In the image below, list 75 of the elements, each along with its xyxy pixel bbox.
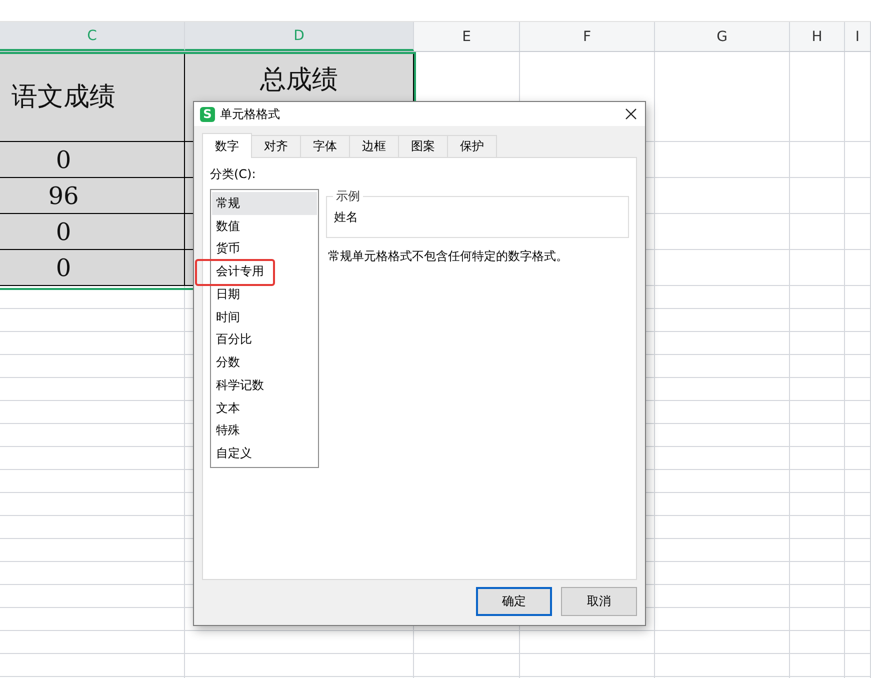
category-item[interactable]: 特殊 — [212, 420, 317, 442]
category-item[interactable]: 数值 — [212, 214, 317, 238]
category-label: 分类(C): — [210, 166, 257, 183]
category-item[interactable]: 科学记数 — [212, 374, 317, 397]
table-cell — [790, 214, 845, 250]
column-header[interactable]: H — [790, 22, 845, 51]
sample-value: 姓名 — [334, 208, 358, 226]
table-cell — [790, 142, 845, 178]
ok-button[interactable]: 确定 — [476, 587, 552, 616]
app-logo: S — [200, 106, 215, 122]
tab[interactable]: 数字 — [202, 133, 252, 158]
cancel-button[interactable]: 取消 — [561, 587, 637, 616]
column-header[interactable]: F — [520, 22, 655, 51]
table-cell — [790, 309, 845, 332]
table-cell — [845, 631, 871, 654]
table-cell — [790, 378, 845, 401]
table-cell — [790, 355, 845, 378]
table-cell — [790, 250, 845, 286]
table-cell — [845, 178, 871, 214]
table-cell: 0 — [0, 214, 185, 250]
table-cell — [845, 470, 871, 493]
table-cell — [790, 470, 845, 493]
table-cell — [790, 608, 845, 631]
table-cell — [790, 332, 845, 355]
table-cell: 0 — [0, 250, 185, 286]
category-item[interactable]: 分数 — [212, 351, 317, 374]
table-cell — [845, 539, 871, 562]
table-cell: 0 — [0, 142, 185, 178]
table-cell — [845, 250, 871, 286]
category-item[interactable]: 会计专用 — [212, 260, 317, 283]
table-cell — [845, 608, 871, 631]
table-cell — [790, 631, 845, 654]
table-cell: 语文成绩 — [0, 52, 185, 142]
table-cell — [845, 562, 871, 585]
table-cell — [845, 424, 871, 447]
table-cell — [845, 214, 871, 250]
table-cell — [790, 516, 845, 539]
table-cell: 96 — [0, 178, 185, 214]
table-cell — [790, 286, 845, 309]
category-item[interactable]: 自定义 — [212, 442, 317, 465]
sample-legend: 示例 — [333, 188, 363, 205]
column-header[interactable]: I — [845, 22, 871, 51]
category-item[interactable]: 百分比 — [212, 328, 317, 352]
table-cell — [845, 355, 871, 378]
table-cell — [845, 516, 871, 539]
format-description: 常规单元格格式不包含任何特定的数字格式。 — [327, 248, 569, 265]
table-cell — [845, 286, 871, 309]
category-item[interactable]: 时间 — [212, 306, 317, 328]
table-cell — [790, 424, 845, 447]
column-header[interactable]: G — [655, 22, 790, 51]
table-cell — [845, 142, 871, 178]
table-cell — [845, 447, 871, 470]
column-header[interactable]: E — [414, 22, 520, 51]
category-item[interactable]: 文本 — [212, 396, 317, 420]
close-button[interactable] — [623, 106, 639, 122]
table-cell — [790, 493, 845, 516]
table-cell — [790, 447, 845, 470]
table-cell — [790, 654, 845, 677]
table-cell — [790, 539, 845, 562]
table-cell — [790, 585, 845, 608]
table-cell — [845, 378, 871, 401]
table-cell — [845, 585, 871, 608]
table-cell — [790, 562, 845, 585]
tab[interactable]: 保护 — [447, 135, 497, 157]
category-item[interactable]: 常规 — [212, 192, 317, 215]
table-cell — [845, 332, 871, 355]
table-cell — [845, 309, 871, 332]
table-cell — [845, 493, 871, 516]
table-cell — [790, 401, 845, 424]
dialog-title: 单元格格式 — [220, 106, 281, 122]
table-cell — [845, 401, 871, 424]
category-item[interactable]: 日期 — [212, 283, 317, 306]
category-item[interactable]: 货币 — [212, 238, 317, 260]
table-cell — [845, 654, 871, 677]
table-cell — [790, 178, 845, 214]
